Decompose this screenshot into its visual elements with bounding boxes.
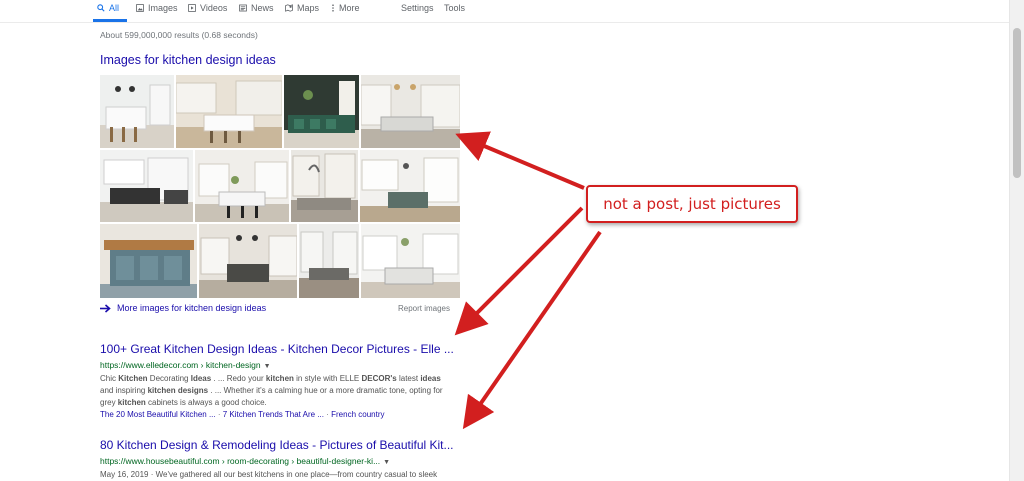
arrow-to-first-result <box>462 230 602 430</box>
scrollbar-thumb[interactable] <box>1013 28 1021 178</box>
arrow-to-image-grid <box>455 131 585 190</box>
scrollbar[interactable] <box>1009 0 1024 481</box>
arrow-to-more-images <box>454 206 584 336</box>
annotation-callout: not a post, just pictures <box>586 185 798 223</box>
annotation-arrows <box>454 131 602 430</box>
